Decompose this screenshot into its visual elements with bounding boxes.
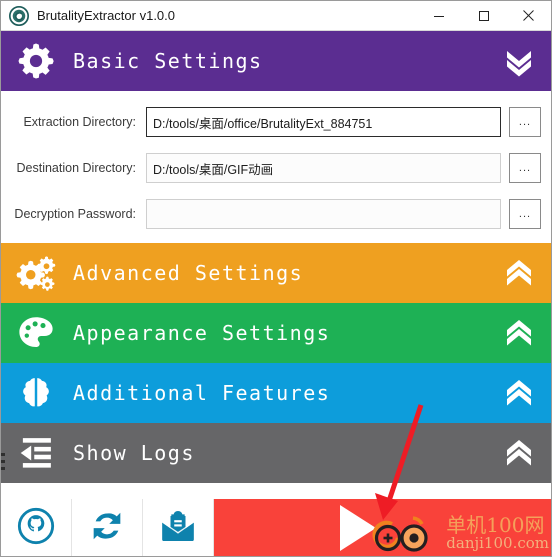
maximize-button[interactable] xyxy=(461,1,506,31)
maximize-icon xyxy=(478,10,489,21)
chevron-double-up-icon-logs[interactable] xyxy=(493,436,545,470)
decryption-password-browse-button[interactable]: ... xyxy=(509,199,541,229)
extraction-directory-browse-button[interactable]: ... xyxy=(509,107,541,137)
app-logo-icon xyxy=(9,5,29,26)
destination-directory-label: Destination Directory: xyxy=(16,161,137,175)
window-controls xyxy=(416,1,551,31)
section-title-basic: Basic Settings xyxy=(73,49,263,73)
close-button[interactable] xyxy=(506,1,551,31)
chevron-double-up-icon-advanced[interactable] xyxy=(493,256,545,290)
refresh-sync-button[interactable] xyxy=(72,499,143,556)
section-header-advanced[interactable]: Advanced Settings xyxy=(1,243,551,303)
app-window: BrutalityExtractor v1.0.0 Basic Settings… xyxy=(0,0,552,557)
section-header-logs[interactable]: Show Logs xyxy=(1,423,551,483)
window-title: BrutalityExtractor v1.0.0 xyxy=(37,8,175,23)
close-icon xyxy=(523,10,534,21)
chevron-double-up-icon-additional[interactable] xyxy=(493,376,545,410)
edge-scroll-marks xyxy=(1,453,5,474)
extraction-directory-input[interactable] xyxy=(146,107,501,137)
form-row-extraction-directory: Extraction Directory: ... xyxy=(1,105,551,139)
decryption-password-input[interactable] xyxy=(146,199,501,229)
destination-directory-input[interactable] xyxy=(146,153,501,183)
gears-icon xyxy=(13,250,59,296)
extraction-directory-label: Extraction Directory: xyxy=(23,115,136,129)
indent-list-icon xyxy=(13,430,59,476)
section-title-advanced: Advanced Settings xyxy=(73,261,304,285)
section-header-appearance[interactable]: Appearance Settings xyxy=(1,303,551,363)
gear-icon xyxy=(13,38,59,84)
section-title-additional: Additional Features xyxy=(73,381,331,405)
mail-document-icon xyxy=(158,506,198,549)
play-icon xyxy=(339,504,376,551)
refresh-sync-icon xyxy=(87,506,127,549)
chevron-double-up-icon-appearance[interactable] xyxy=(493,316,545,350)
github-icon xyxy=(16,506,56,549)
palette-icon xyxy=(13,310,59,356)
form-row-destination-directory: Destination Directory: ... xyxy=(1,151,551,185)
basic-settings-panel: Extraction Directory: ... Destination Di… xyxy=(1,91,551,243)
section-title-appearance: Appearance Settings xyxy=(73,321,331,345)
title-bar: BrutalityExtractor v1.0.0 xyxy=(1,1,551,31)
start-extraction-button[interactable] xyxy=(214,499,551,556)
chevron-double-down-icon[interactable] xyxy=(493,44,545,78)
minimize-button[interactable] xyxy=(416,1,461,31)
brain-icon xyxy=(13,370,59,416)
decryption-password-label: Decryption Password: xyxy=(14,207,136,221)
mail-document-button[interactable] xyxy=(143,499,214,556)
github-button[interactable] xyxy=(1,499,72,556)
section-title-logs: Show Logs xyxy=(73,441,195,465)
minimize-icon xyxy=(433,15,444,17)
form-row-decryption-password: Decryption Password: ... xyxy=(1,197,551,231)
section-header-basic[interactable]: Basic Settings xyxy=(1,31,551,91)
destination-directory-browse-button[interactable]: ... xyxy=(509,153,541,183)
bottom-toolbar: 单机100网 danji100.com xyxy=(1,499,551,556)
section-header-additional[interactable]: Additional Features xyxy=(1,363,551,423)
